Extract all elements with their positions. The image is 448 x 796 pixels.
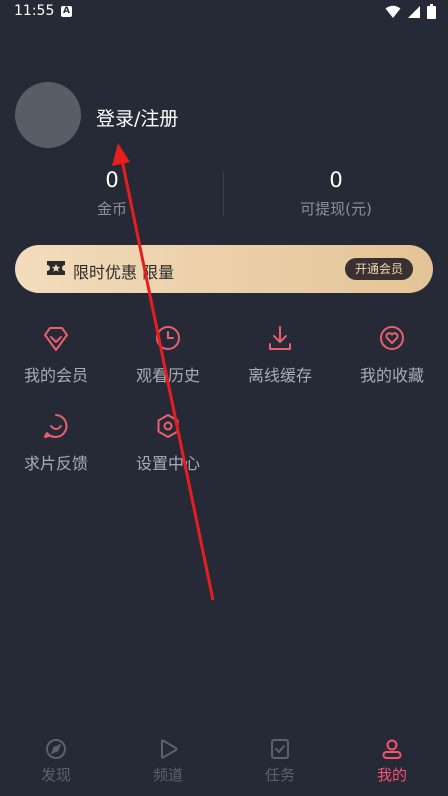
play-icon — [161, 739, 178, 759]
withdrawable-label: 可提现(元) — [300, 200, 372, 218]
coins-label: 金币 — [96, 200, 127, 218]
vip-promo-banner[interactable]: 限时优惠 限量 开通会员 — [15, 245, 433, 293]
withdrawable-stat[interactable]: 0 可提现(元) — [224, 168, 448, 219]
settings-hex-icon — [157, 414, 179, 438]
menu-label: 求片反馈 — [23, 454, 88, 473]
bottom-tab-bar: 发现 频道 任务 我的 — [0, 728, 448, 796]
notification-badge: A — [61, 6, 72, 17]
user-icon — [382, 739, 402, 759]
tab-tasks[interactable]: 任务 — [224, 736, 336, 785]
menu-label: 设置中心 — [135, 454, 200, 473]
menu-item-favorites[interactable]: 我的收藏 — [336, 322, 448, 386]
compass-icon — [46, 739, 66, 759]
ticket-icon — [47, 261, 65, 275]
wifi-icon — [385, 5, 401, 18]
chat-smile-icon — [44, 414, 68, 438]
coins-value: 0 — [105, 168, 119, 192]
battery-icon — [427, 4, 436, 19]
menu-label: 观看历史 — [135, 366, 200, 385]
menu-label: 离线缓存 — [247, 366, 312, 385]
system-icons — [385, 4, 436, 19]
tab-mine[interactable]: 我的 — [336, 736, 448, 785]
tab-discover[interactable]: 发现 — [0, 736, 112, 785]
avatar[interactable] — [15, 82, 81, 148]
tab-label: 任务 — [264, 766, 295, 784]
diamond-icon — [44, 327, 68, 351]
tab-label: 发现 — [40, 766, 71, 784]
clock-icon — [156, 326, 180, 350]
status-time: 11:55 — [14, 3, 55, 19]
menu-item-request-feedback[interactable]: 求片反馈 — [0, 410, 112, 474]
menu-label: 我的收藏 — [359, 366, 424, 385]
tab-label: 频道 — [152, 766, 183, 784]
tab-channel[interactable]: 频道 — [112, 736, 224, 785]
download-icon — [269, 326, 291, 350]
login-register-link[interactable]: 登录/注册 — [96, 104, 178, 131]
heart-icon — [380, 326, 404, 350]
withdrawable-value: 0 — [329, 168, 343, 192]
coins-stat[interactable]: 0 金币 — [0, 168, 224, 219]
vip-promo-text: 限时优惠 限量 — [73, 263, 175, 282]
menu-item-offline-cache[interactable]: 离线缓存 — [224, 322, 336, 386]
menu-label: 我的会员 — [23, 366, 88, 385]
task-icon — [271, 739, 289, 759]
signal-icon — [408, 5, 420, 18]
menu-item-history[interactable]: 观看历史 — [112, 322, 224, 386]
menu-item-settings[interactable]: 设置中心 — [112, 410, 224, 474]
open-vip-button[interactable]: 开通会员 — [344, 258, 413, 280]
status-bar: 11:55 A — [0, 0, 448, 24]
tab-label: 我的 — [376, 766, 407, 784]
menu-item-membership[interactable]: 我的会员 — [0, 322, 112, 386]
